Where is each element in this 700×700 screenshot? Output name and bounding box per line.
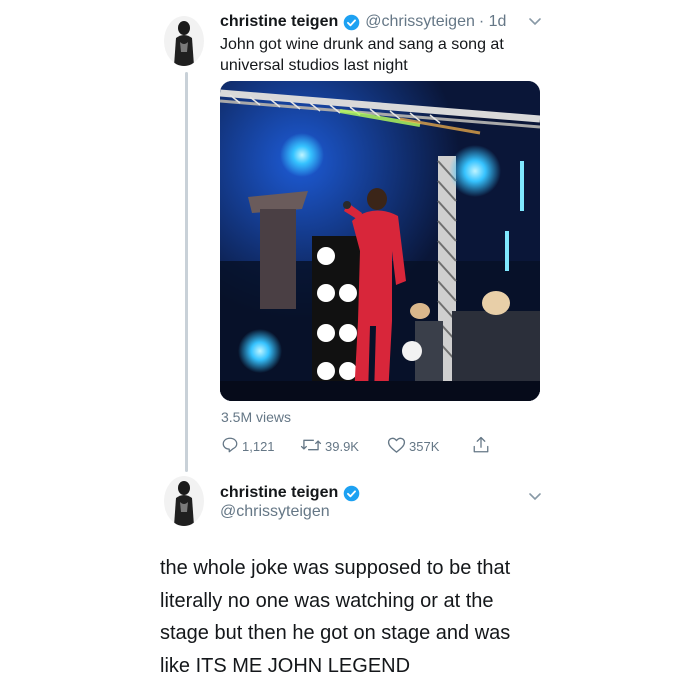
retweet-count: 39.9K [325,439,359,454]
retweet-button[interactable]: 39.9K [300,436,359,457]
tweet-text-line: universal studios last night [220,57,408,74]
share-button[interactable] [472,435,493,458]
like-icon [387,436,409,457]
chevron-down-icon[interactable] [528,489,542,507]
verified-icon [343,14,360,31]
video-media[interactable] [220,81,540,401]
tweet-header: christine teigen @chrissyteigen · 1d [220,13,506,31]
avatar-photo [164,476,204,526]
stage-video-still [220,81,540,401]
tweet-body-large: the whole joke was supposed to be that l… [160,552,550,682]
avatar-photo [164,16,204,66]
tweet-header: christine teigen [220,484,365,502]
reply-count: 1,121 [242,439,275,454]
timestamp[interactable]: · 1d [479,13,507,31]
user-handle[interactable]: @chrissyteigen [365,13,475,31]
like-count: 357K [409,439,440,454]
like-button[interactable]: 357K [387,436,439,457]
display-name[interactable]: christine teigen [220,484,338,502]
reply-icon [221,436,242,457]
verified-icon [343,485,360,502]
tweet-text-line: literally no one was watching or at the [160,589,494,612]
avatar[interactable] [164,16,204,66]
avatar[interactable] [164,476,204,526]
thread-line [185,72,188,472]
user-handle[interactable]: @chrissyteigen [220,503,330,521]
share-icon [472,435,493,458]
display-name[interactable]: christine teigen [220,13,338,31]
reply-button[interactable]: 1,121 [221,436,275,457]
retweet-icon [300,436,325,457]
tweet-text: John got wine drunk and sang a song at u… [220,34,504,76]
tweet-text-line: John got wine drunk and sang a song at [220,36,504,53]
tweet-text-line: the whole joke was supposed to be that [160,557,511,579]
view-count: 3.5M views [221,409,292,425]
tweet-text-line: like ITS ME JOHN LEGEND [160,654,411,677]
chevron-down-icon[interactable] [528,14,542,32]
tweet-text-line: stage but then he got on stage and was [160,622,511,644]
